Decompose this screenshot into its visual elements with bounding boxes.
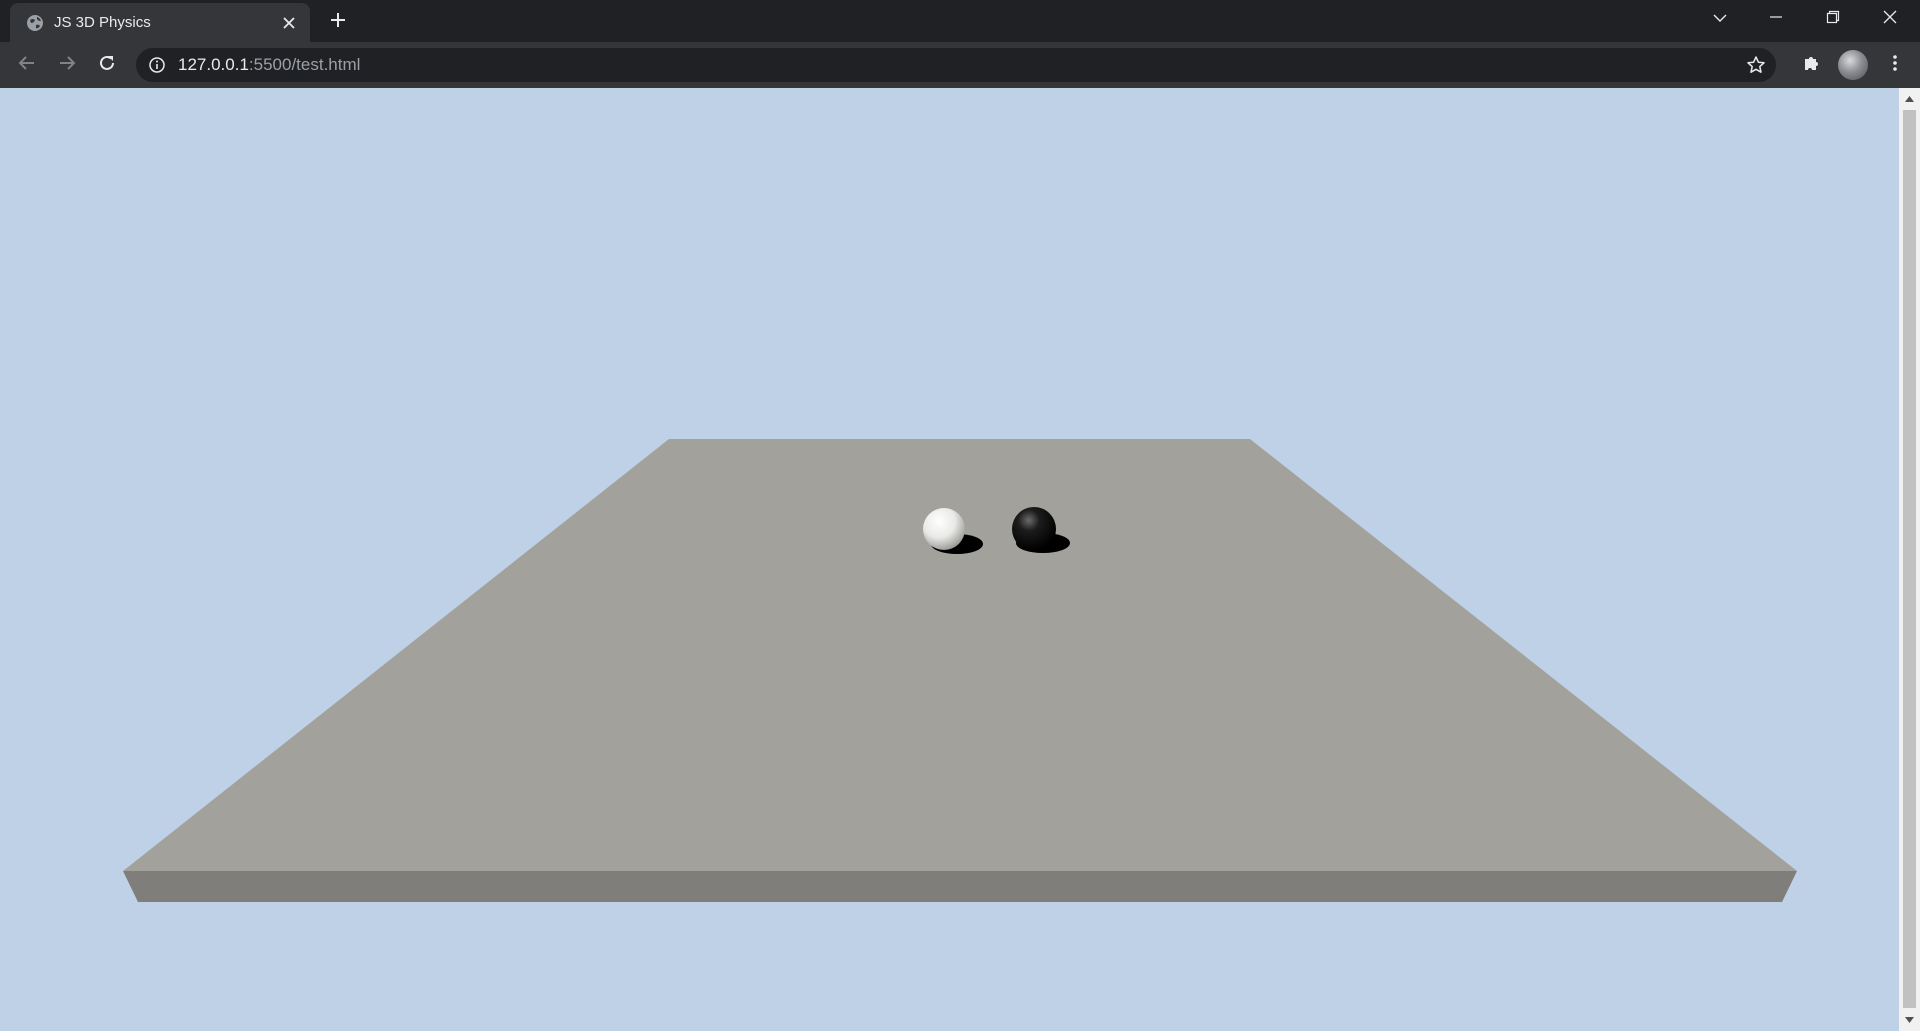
url-text[interactable]: 127.0.0.1:5500/test.html [178,48,360,82]
page-viewport [0,88,1920,1031]
puzzle-icon [1802,53,1822,78]
info-icon[interactable] [148,56,166,74]
ground-plane-edge [123,871,1797,902]
menu-button[interactable] [1879,49,1911,81]
restore-button[interactable] [1805,0,1861,38]
extensions-button[interactable] [1796,49,1828,81]
scrollbar-thumb[interactable] [1903,110,1916,1008]
scroll-up-arrow-icon[interactable] [1899,90,1920,107]
minimize-button[interactable] [1748,0,1804,38]
new-tab-button[interactable] [324,8,352,36]
address-bar[interactable]: 127.0.0.1:5500/test.html [136,48,1776,82]
physics-canvas[interactable] [0,88,1899,1031]
star-icon[interactable] [1744,53,1768,77]
tab-title: JS 3D Physics [54,14,151,31]
tab-search-icon [1713,10,1727,28]
tab-search-button[interactable] [1692,0,1748,38]
back-arrow-icon [18,54,36,77]
restore-icon [1826,10,1840,29]
scroll-down-arrow-icon[interactable] [1899,1011,1920,1028]
white-sphere [923,508,965,550]
reload-icon [98,54,116,77]
globe-icon [26,14,44,32]
avatar[interactable] [1838,50,1868,80]
ground-plane-top [123,439,1797,871]
forward-button[interactable] [51,49,83,81]
plus-icon [330,12,346,33]
browser-tab[interactable]: JS 3D Physics [10,3,310,42]
url-path: :5500/test.html [248,55,361,74]
url-host: 127.0.0.1 [178,55,249,74]
back-button[interactable] [11,49,43,81]
tab-strip: JS 3D Physics [0,0,1920,42]
close-window-button[interactable] [1862,0,1918,38]
vertical-scrollbar[interactable] [1899,88,1920,1031]
black-sphere [1012,507,1056,551]
minimize-icon [1769,10,1783,29]
forward-arrow-icon [58,54,76,77]
reload-button[interactable] [91,49,123,81]
close-window-icon [1883,10,1897,29]
browser-toolbar: 127.0.0.1:5500/test.html [0,42,1920,88]
close-icon[interactable] [278,12,300,34]
kebab-menu-icon [1892,54,1898,77]
